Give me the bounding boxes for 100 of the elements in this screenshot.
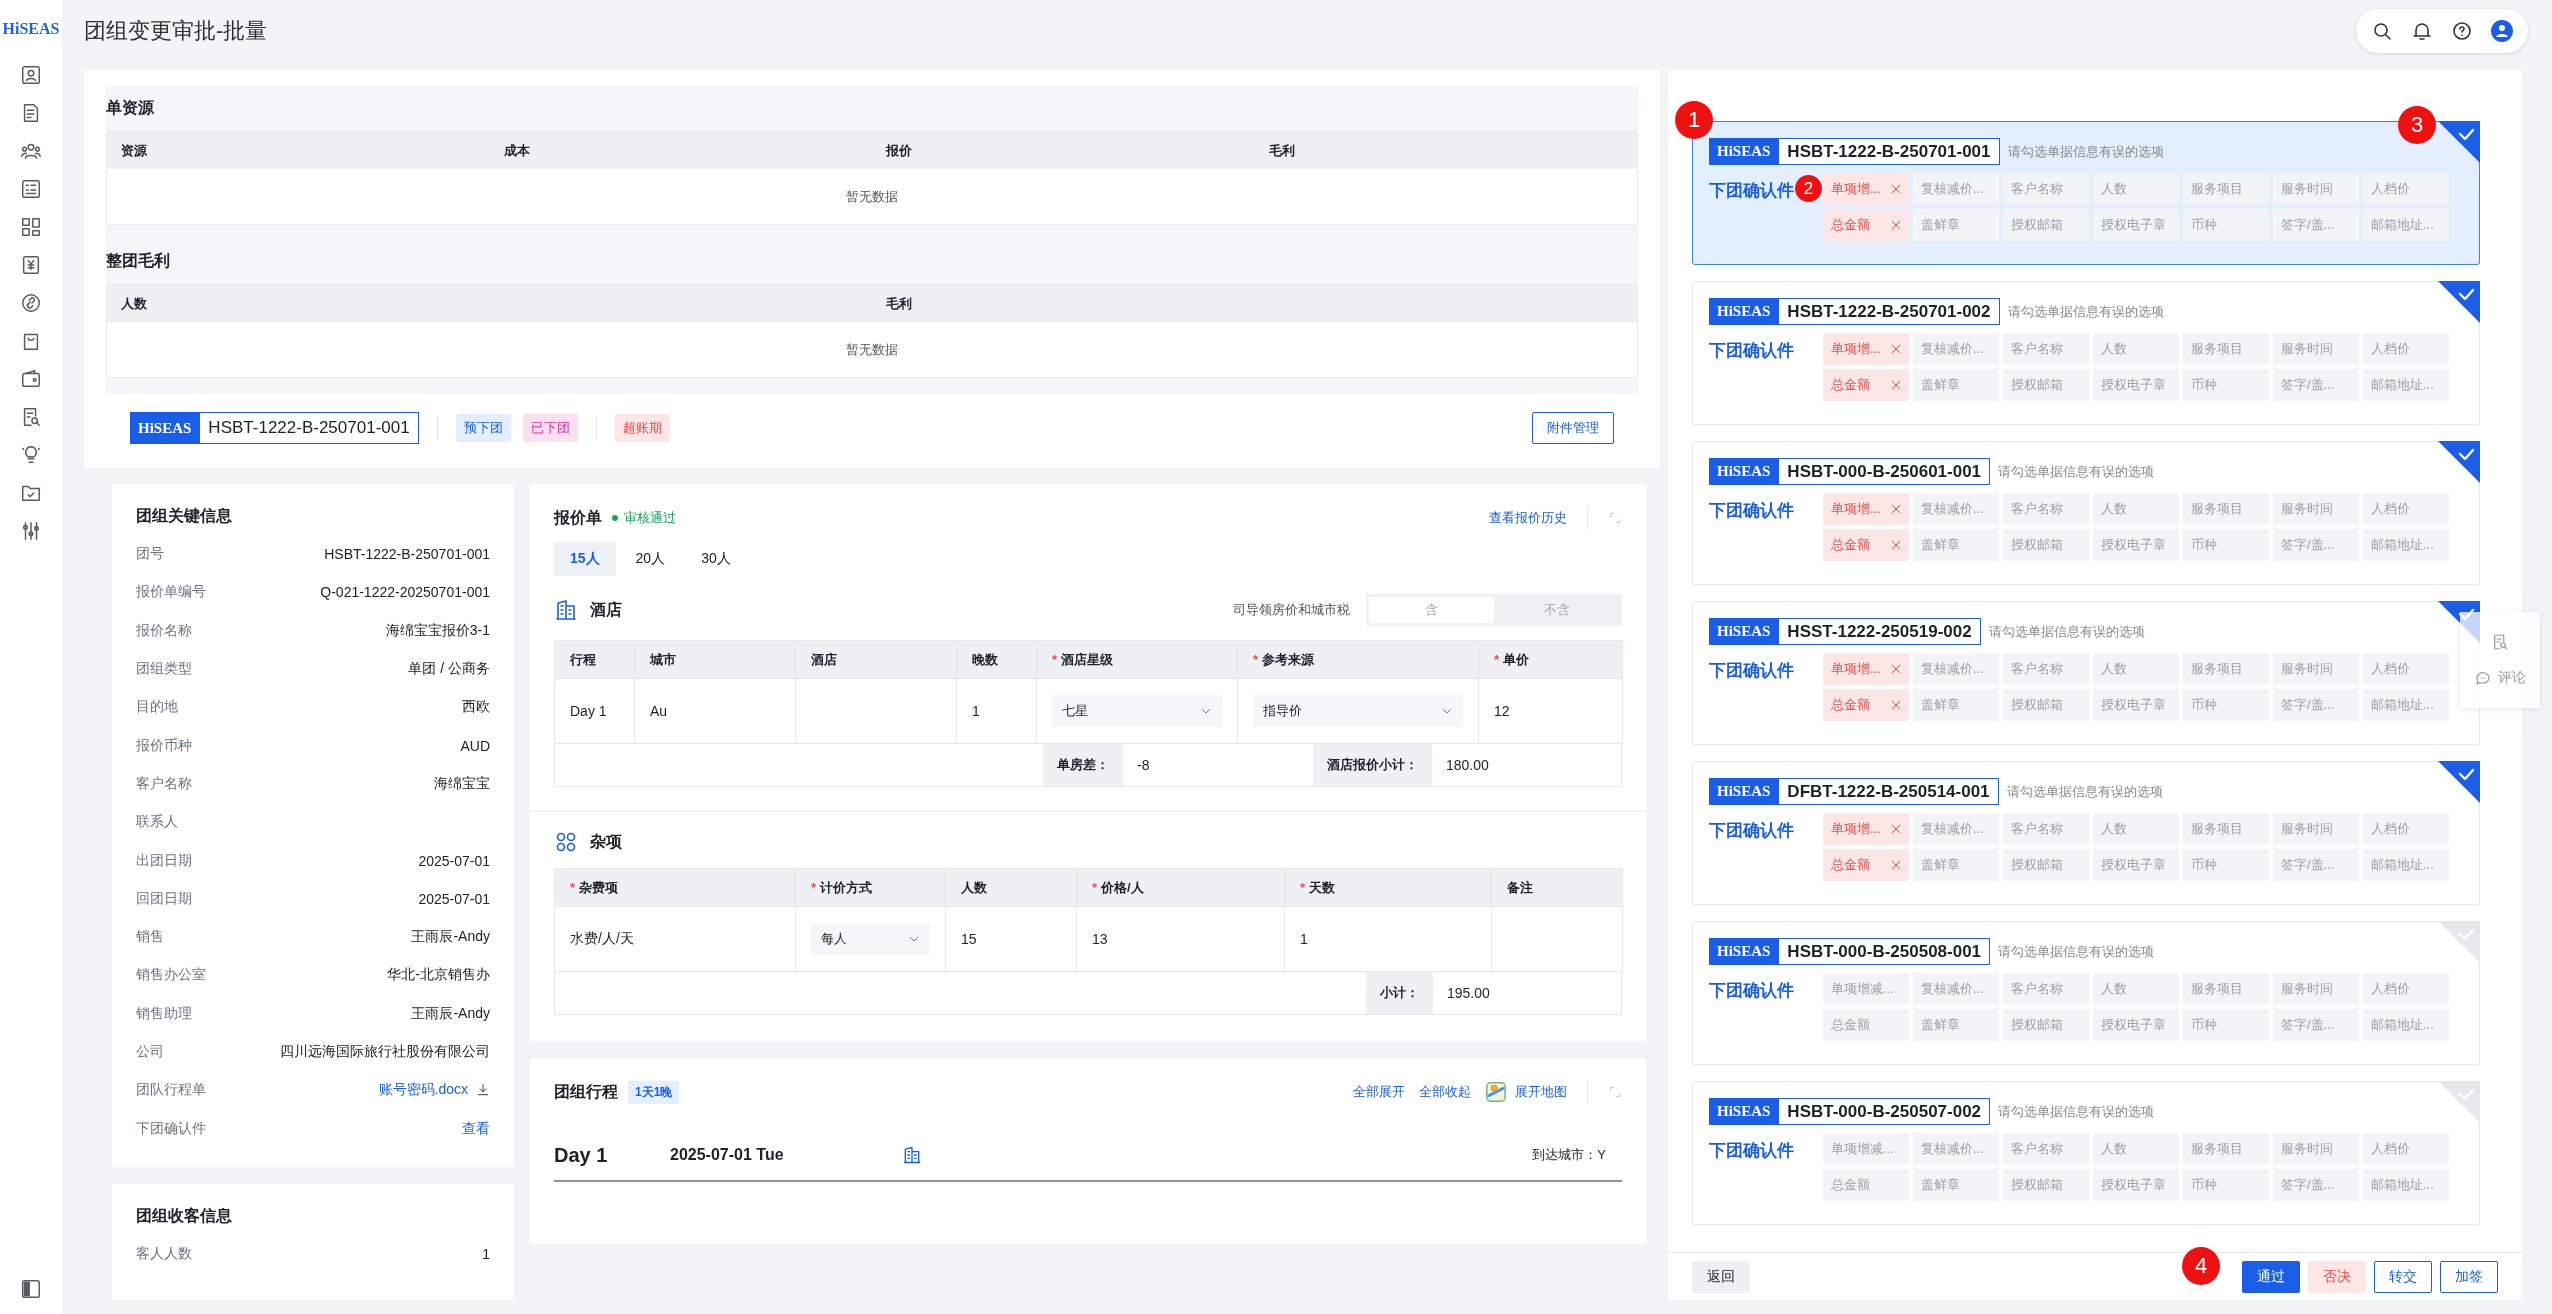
error-option[interactable]: 盖鲜章 (1913, 849, 1999, 881)
error-option[interactable]: 服务时间 (2273, 973, 2359, 1005)
error-option[interactable]: 服务时间 (2273, 333, 2359, 365)
error-option[interactable]: 人档价 (2363, 173, 2449, 205)
error-option[interactable]: 授权电子章 (2093, 849, 2179, 881)
error-option[interactable]: 单项增减... (1823, 1133, 1909, 1165)
error-option[interactable]: 总金额 (1823, 369, 1909, 401)
error-option[interactable]: 总金额 (1823, 529, 1909, 561)
tab[interactable]: 20人 (619, 542, 682, 576)
error-option[interactable]: 服务项目 (2183, 1133, 2269, 1165)
yen-icon[interactable] (20, 254, 42, 276)
document-card[interactable]: HiSEAS DFBT-1222-B-250514-001 请勾选单据信息有误的选项 下团确认件 单项增... 复核减价... 客户名称 人数 服务项目 服务时间 人档价 总金额 盖鲜章 授权邮箱 授权电子章 币种 签字/盖... 邮箱地址... (1692, 761, 2480, 905)
attachment-button[interactable]: 附件管理 (1532, 412, 1614, 444)
close-icon[interactable] (1891, 700, 1901, 710)
error-option[interactable]: 人数 (2093, 333, 2179, 365)
error-option[interactable]: 授权电子章 (2093, 1169, 2179, 1201)
error-option[interactable]: 邮箱地址... (2363, 209, 2449, 241)
check-corner-icon[interactable] (2438, 441, 2480, 483)
check-corner-icon[interactable] (2438, 921, 2480, 963)
document-card[interactable]: HiSEAS HSBT-1222-B-250701-002 请勾选单据信息有误的选项 下团确认件 单项增... 复核减价... 客户名称 人数 服务项目 服务时间 人档价 总金额 盖鲜章 授权邮箱 授权电子章 币种 签字/盖... 邮箱地址... (1692, 281, 2480, 425)
error-option[interactable]: 人档价 (2363, 333, 2449, 365)
view-link[interactable]: 查看 (462, 1119, 490, 1138)
error-option[interactable]: 币种 (2183, 849, 2269, 881)
error-option[interactable]: 邮箱地址... (2363, 369, 2449, 401)
error-option[interactable]: 服务项目 (2183, 653, 2269, 685)
help-icon[interactable] (2450, 19, 2474, 43)
error-option[interactable]: 单项增... (1823, 333, 1909, 365)
error-option[interactable]: 服务时间 (2273, 1133, 2359, 1165)
lightbulb-icon[interactable] (20, 444, 42, 466)
error-option[interactable]: 客户名称 (2003, 1133, 2089, 1165)
error-option[interactable]: 复核减价... (1913, 653, 1999, 685)
close-icon[interactable] (1891, 860, 1901, 870)
close-icon[interactable] (1891, 184, 1901, 194)
close-icon[interactable] (1891, 824, 1901, 834)
error-option[interactable]: 盖鲜章 (1913, 209, 1999, 241)
comment-link[interactable]: 评论 (2498, 669, 2526, 687)
error-option[interactable]: 邮箱地址... (2363, 689, 2449, 721)
download-icon[interactable] (476, 1083, 490, 1098)
error-option[interactable]: 签字/盖... (2273, 369, 2359, 401)
error-option[interactable]: 服务项目 (2183, 973, 2269, 1005)
error-option[interactable]: 盖鲜章 (1913, 1009, 1999, 1041)
error-option[interactable]: 授权邮箱 (2003, 209, 2089, 241)
close-icon[interactable] (1891, 504, 1901, 514)
error-option[interactable]: 邮箱地址... (2363, 1009, 2449, 1041)
error-option[interactable]: 盖鲜章 (1913, 529, 1999, 561)
error-option[interactable]: 签字/盖... (2273, 1009, 2359, 1041)
error-option[interactable]: 客户名称 (2003, 333, 2089, 365)
error-option[interactable]: 复核减价... (1913, 973, 1999, 1005)
error-option[interactable]: 授权邮箱 (2003, 849, 2089, 881)
list-icon[interactable] (20, 178, 42, 200)
error-option[interactable]: 签字/盖... (2273, 689, 2359, 721)
error-option[interactable]: 复核减价... (1913, 813, 1999, 845)
close-icon[interactable] (1891, 664, 1901, 674)
error-option[interactable]: 授权电子章 (2093, 689, 2179, 721)
error-option[interactable]: 人档价 (2363, 493, 2449, 525)
document-card[interactable]: HiSEAS HSST-1222-250519-002 请勾选单据信息有误的选项 下团确认件 单项增... 复核减价... 客户名称 人数 服务项目 服务时间 人档价 总金额 盖鲜章 授权邮箱 授权电子章 币种 签字/盖... 邮箱地址... (1692, 601, 2480, 745)
error-option[interactable]: 客户名称 (2003, 653, 2089, 685)
document-card[interactable]: HiSEAS HSBT-000-B-250507-002 请勾选单据信息有误的选项 下团确认件 单项增减... 复核减价... 客户名称 人数 服务项目 服务时间 人档价 总金额 盖鲜章 授权邮箱 授权电子章 币种 签字/盖... 邮箱地址... (1692, 1081, 2480, 1225)
error-option[interactable]: 授权邮箱 (2003, 1169, 2089, 1201)
error-option[interactable]: 总金额 (1823, 849, 1909, 881)
segment-option[interactable]: 不含 (1494, 597, 1619, 623)
action-button[interactable]: 否决 (2308, 1260, 2366, 1293)
error-option[interactable]: 人档价 (2363, 813, 2449, 845)
error-option[interactable]: 邮箱地址... (2363, 1169, 2449, 1201)
select-field[interactable]: 每人 (811, 923, 930, 955)
error-option[interactable]: 人档价 (2363, 1133, 2449, 1165)
error-option[interactable]: 服务时间 (2273, 173, 2359, 205)
error-option[interactable]: 总金额 (1823, 1169, 1909, 1201)
tab[interactable]: 30人 (685, 542, 747, 576)
error-option[interactable]: 授权电子章 (2093, 369, 2179, 401)
error-option[interactable]: 签字/盖... (2273, 209, 2359, 241)
error-option[interactable]: 客户名称 (2003, 973, 2089, 1005)
sidebar-toggle-icon[interactable] (20, 1278, 42, 1300)
action-button[interactable]: 转交 (2374, 1260, 2432, 1293)
close-icon[interactable] (1891, 220, 1901, 230)
back-button[interactable]: 返回 (1692, 1260, 1750, 1293)
error-option[interactable]: 人数 (2093, 1133, 2179, 1165)
select-field[interactable]: 指导价 (1253, 695, 1463, 727)
error-option[interactable]: 人数 (2093, 173, 2179, 205)
error-option[interactable]: 服务时间 (2273, 813, 2359, 845)
error-option[interactable]: 单项增... (1823, 493, 1909, 525)
error-option[interactable]: 授权邮箱 (2003, 1009, 2089, 1041)
error-option[interactable]: 服务时间 (2273, 653, 2359, 685)
select-field[interactable]: 七星 (1052, 695, 1222, 727)
segment-option[interactable]: 含 (1369, 597, 1494, 623)
file-link[interactable]: 账号密码.docx (378, 1081, 468, 1100)
close-icon[interactable] (1891, 344, 1901, 354)
error-option[interactable]: 人数 (2093, 813, 2179, 845)
check-corner-icon[interactable] (2438, 121, 2480, 163)
wallet-icon[interactable] (20, 368, 42, 390)
action-button[interactable]: 加签 (2440, 1260, 2498, 1293)
error-option[interactable]: 授权邮箱 (2003, 689, 2089, 721)
error-option[interactable]: 人档价 (2363, 973, 2449, 1005)
error-option[interactable]: 授权电子章 (2093, 1009, 2179, 1041)
check-corner-icon[interactable] (2438, 281, 2480, 323)
error-option[interactable]: 授权邮箱 (2003, 529, 2089, 561)
check-corner-icon[interactable] (2438, 1081, 2480, 1123)
error-option[interactable]: 邮箱地址... (2363, 529, 2449, 561)
action-button[interactable]: 通过 (2242, 1260, 2300, 1293)
error-option[interactable]: 币种 (2183, 1009, 2269, 1041)
